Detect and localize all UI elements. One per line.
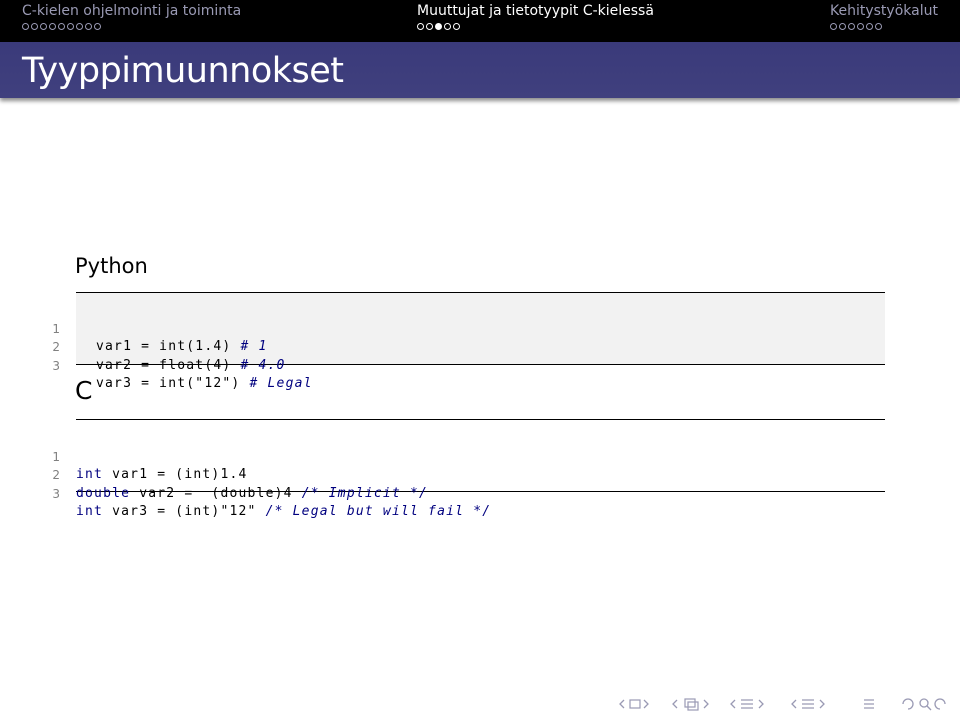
- line-number: 1: [52, 321, 60, 336]
- progress-dot[interactable]: [857, 23, 864, 30]
- progress-dot[interactable]: [453, 23, 460, 30]
- nav-search-icon[interactable]: [901, 697, 953, 713]
- line-number: 3: [52, 486, 60, 501]
- code-line: 1 var1 = int(1.4) # 1: [52, 301, 885, 355]
- code-text: var3 = (int)"12": [103, 504, 266, 519]
- header-section-dots: [22, 23, 101, 30]
- header-section-dots: [830, 23, 882, 30]
- progress-dot[interactable]: [435, 23, 442, 30]
- frame-title-bar: Tyyppimuunnokset: [0, 42, 960, 98]
- progress-dot[interactable]: [875, 23, 882, 30]
- header-section-title[interactable]: C-kielen ohjelmointi ja toiminta: [22, 3, 241, 19]
- nav-subsection-icon[interactable]: [729, 697, 785, 713]
- code-line: 3 int var3 = (int)"12" /* Legal but will…: [52, 466, 885, 520]
- code-line: 3 var3 = int("12") # Legal: [52, 338, 885, 392]
- code-text: var2 = float(4): [96, 357, 232, 373]
- progress-dot[interactable]: [444, 23, 451, 30]
- progress-dot[interactable]: [417, 23, 424, 30]
- progress-dot[interactable]: [839, 23, 846, 30]
- header-section-title[interactable]: Kehitystyökalut: [830, 3, 938, 19]
- header-bar: C-kielen ohjelmointi ja toiminta Muuttuj…: [0, 0, 960, 42]
- progress-dot[interactable]: [49, 23, 56, 30]
- progress-dot[interactable]: [40, 23, 47, 30]
- progress-dot[interactable]: [31, 23, 38, 30]
- progress-dot[interactable]: [58, 23, 65, 30]
- line-number: 3: [52, 358, 60, 373]
- nav-frame-icon[interactable]: [671, 697, 723, 713]
- progress-dot[interactable]: [848, 23, 855, 30]
- header-section-title[interactable]: Muuttujat ja tietotyypit C-kielessä: [417, 3, 654, 19]
- nav-left-arrow-icon[interactable]: [618, 697, 654, 713]
- code-line: 2 double var2 = (double)4 /* Implicit */: [52, 448, 885, 501]
- header-section-dots: [417, 23, 460, 30]
- line-number: 2: [52, 340, 60, 354]
- code-line: 1 int var1 = (int)1.4: [52, 429, 885, 483]
- progress-dot[interactable]: [22, 23, 29, 30]
- c-label: C: [75, 376, 93, 405]
- code-comment: /* Implicit */: [301, 485, 429, 501]
- code-line: 2 var2 = float(4) # 4.0: [52, 320, 885, 373]
- line-number: 1: [52, 449, 60, 464]
- code-comment: # 4.0: [240, 357, 286, 373]
- code-comment: /* Legal but will fail */: [265, 504, 492, 519]
- nav-align-icon[interactable]: [862, 697, 878, 713]
- progress-dot[interactable]: [866, 23, 873, 30]
- progress-dot[interactable]: [67, 23, 74, 30]
- progress-dot[interactable]: [94, 23, 101, 30]
- progress-dot[interactable]: [76, 23, 83, 30]
- code-keyword: int: [76, 504, 104, 519]
- progress-dot[interactable]: [426, 23, 433, 30]
- python-code-block: 1 var1 = int(1.4) # 1 2 var2 = float(4) …: [52, 292, 885, 392]
- progress-dot[interactable]: [85, 23, 92, 30]
- frame-title: Tyyppimuunnokset: [22, 51, 344, 91]
- line-number: 2: [52, 468, 60, 482]
- code-text: var3 = int("12"): [96, 376, 241, 391]
- code-text: var2 = (double)4: [130, 485, 302, 501]
- progress-dot[interactable]: [830, 23, 837, 30]
- c-code-block: 1 int var1 = (int)1.4 2 double var2 = (d…: [52, 419, 885, 520]
- python-label: Python: [75, 254, 148, 278]
- nav-section-icon[interactable]: [790, 697, 846, 713]
- code-comment: # Legal: [249, 376, 313, 391]
